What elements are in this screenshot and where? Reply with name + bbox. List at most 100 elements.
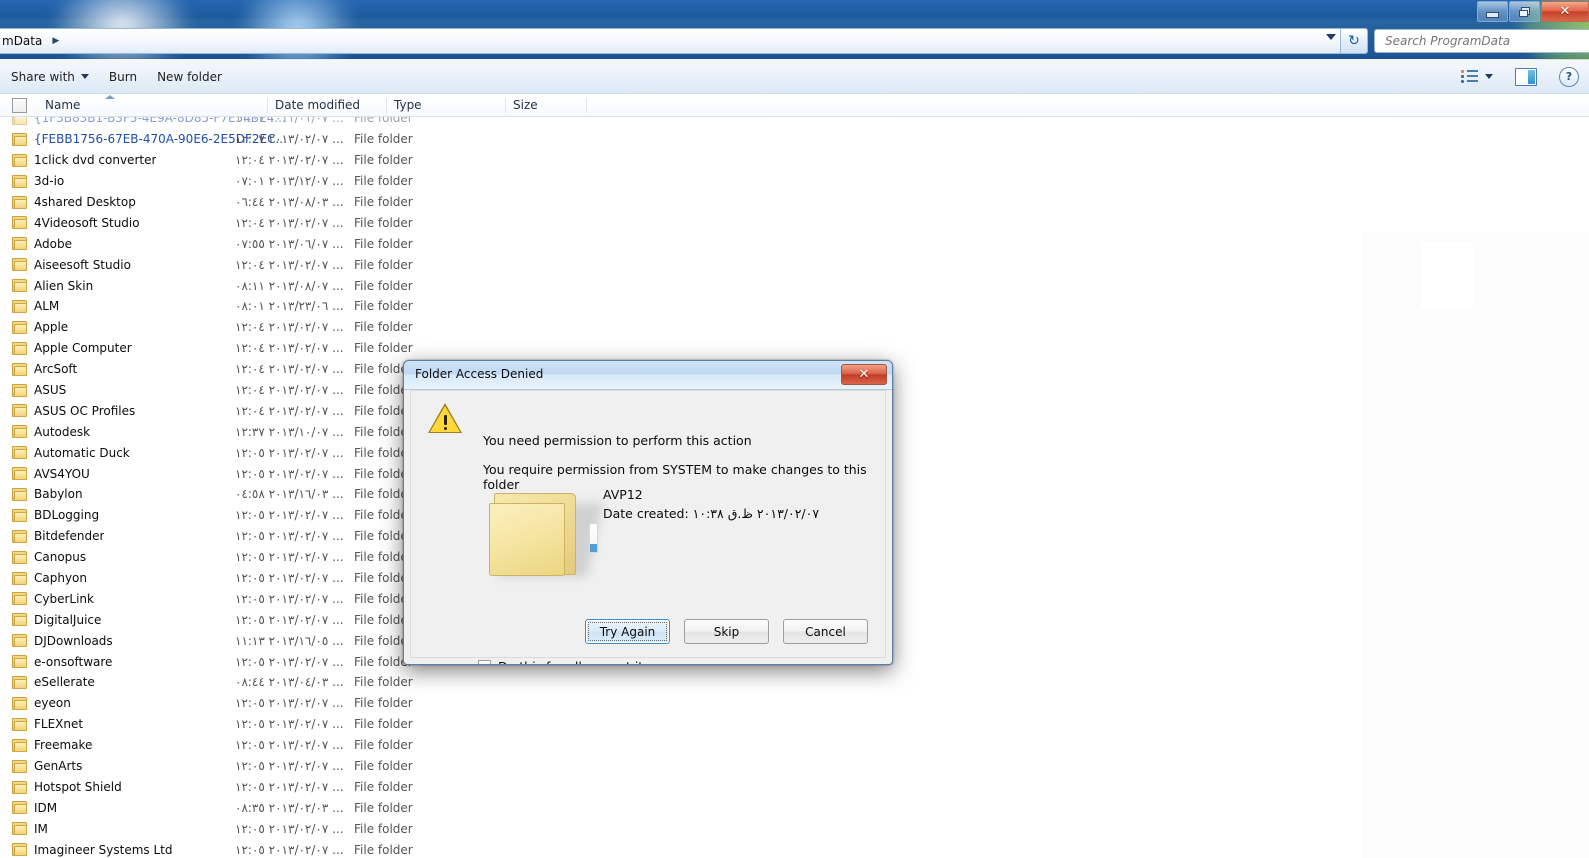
table-row[interactable]: eSellerate ٢٠١٣/٠٤/٠٣ ٠٨:٤٤ ... File folde… <box>0 672 1589 693</box>
folder-access-denied-dialog: Folder Access Denied ✕ You need permissi… <box>403 360 893 665</box>
date-modified-cell: ٢٠١٣/٠٢/٠٧ ١٢:٠٥ ... <box>235 654 344 669</box>
chevron-down-icon[interactable] <box>1326 34 1336 40</box>
file-name-cell: 4shared Desktop <box>34 195 136 209</box>
restore-button[interactable] <box>1509 1 1540 22</box>
table-row[interactable]: Apple Computer ٢٠١٣/٠٢/٠٧ ١٢:٠٤ ... File f… <box>0 338 1589 359</box>
table-row[interactable]: Alien Skin ٢٠١٣/٠٨/٠٧ ٠٨:١١ ... File folde… <box>0 275 1589 296</box>
table-row[interactable]: {FEBB1756-67EB-470A-90E6-2E5DF2EC... ٢٠١٣… <box>0 129 1589 150</box>
file-name-cell: Canopus <box>34 550 87 565</box>
folder-icon <box>12 132 27 146</box>
type-cell: File folder <box>354 759 413 774</box>
burn-button[interactable]: Burn <box>99 66 147 88</box>
close-button[interactable]: ✕ <box>1541 1 1589 22</box>
table-row[interactable]: eyeon ٢٠١٣/٠٢/٠٧ ١٢:٠٥ ... File folder <box>0 693 1589 714</box>
folder-icon <box>12 174 27 188</box>
table-row[interactable]: Aiseesoft Studio ٢٠١٣/٠٢/٠٧ ١٢:٠٤ ... File… <box>0 254 1589 275</box>
table-row[interactable]: Hotspot Shield ٢٠١٣/٠٢/٠٧ ١٢:٠٥ ... File f… <box>0 777 1589 798</box>
table-row[interactable]: GenArts ٢٠١٣/٠٢/٠٧ ١٢:٠٥ ... File folder <box>0 756 1589 777</box>
file-name-cell: e-onsoftware <box>34 654 113 669</box>
date-modified-cell: ٢٠١٣/٠٢/٠٧ ١٢:٠٤ ... <box>235 320 344 335</box>
table-row[interactable]: 4shared Desktop ٢٠١٣/٠٨/٠٣ ٠٦:٤٤ ... File … <box>0 192 1589 213</box>
minimize-button[interactable] <box>1477 1 1508 22</box>
file-name-cell: Apple <box>34 320 69 335</box>
folder-icon <box>12 696 27 710</box>
table-row[interactable]: ALM ٢٠١٣/٢٣/٠٦ ٠٨:٠١ ... File folder <box>0 296 1589 317</box>
column-divider[interactable] <box>586 98 587 113</box>
date-modified-cell: ٢٠١٣/٠٨/٠٣ ٠٦:٤٤ ... <box>235 195 344 209</box>
folder-icon <box>12 508 27 522</box>
date-modified-cell: ٢٠١٣/١٦/٠٣ ٠٤:٥٨ ... <box>235 487 344 502</box>
table-row[interactable]: Freemake ٢٠١٣/٠٢/٠٧ ١٢:٠٥ ... File folder <box>0 735 1589 756</box>
skip-button[interactable]: Skip <box>684 619 769 644</box>
date-modified-cell: ٢٠١٣/٠٢/٠٧ ١٢:٠٥ ... <box>235 717 344 732</box>
file-name-cell: 3d-io <box>34 174 65 189</box>
date-modified-cell: ٢٠١٣/٠٢/٠٧ ١٢:٠٥ ... <box>235 821 344 836</box>
type-cell: File folder <box>354 174 413 189</box>
table-row[interactable]: IM ٢٠١٣/٠٢/٠٧ ١٢:٠٥ ... File folder <box>0 818 1589 839</box>
date-modified-cell: ٢٠١٣/٠٢/٠٧ ١٢:٠٤ ... <box>235 215 344 230</box>
dialog-titlebar[interactable]: Folder Access Denied ✕ <box>404 361 892 390</box>
try-again-label: Try Again <box>599 624 656 639</box>
column-divider[interactable] <box>505 98 506 113</box>
table-row[interactable]: 1click dvd converter ٢٠١٣/٠٢/٠٧ ١٢:٠٤ ...… <box>0 150 1589 171</box>
select-all-checkbox[interactable] <box>12 98 27 113</box>
date-modified-cell: ٢٠١٣/٠٢/٠٧ ١٢:٠٥ ... <box>235 550 344 565</box>
try-again-button[interactable]: Try Again <box>585 619 670 644</box>
preview-thumbnail-placeholder <box>1421 242 1473 308</box>
folder-icon <box>12 738 27 752</box>
folder-icon <box>12 759 27 773</box>
table-row[interactable]: {1F3B83B1-B3F5-4E9A-8D85-F7E54BE4... ١٠١١… <box>0 117 1589 129</box>
table-row[interactable]: FLEXnet ٢٠١٣/٠٢/٠٧ ١٢:٠٥ ... File folder <box>0 714 1589 735</box>
folder-icon <box>12 550 27 564</box>
file-name-cell: IM <box>34 821 48 836</box>
breadcrumb-segment[interactable]: mData <box>2 34 42 48</box>
date-modified-cell: ٢٠١٣/٠٢/٠٧ ١٢:٠٥ ... <box>235 466 344 481</box>
command-toolbar: Share with Burn New folder ? <box>0 60 1589 94</box>
change-view-button[interactable] <box>1450 65 1503 88</box>
do-this-for-all-checkbox[interactable] <box>478 660 491 664</box>
column-divider[interactable] <box>386 98 387 113</box>
burn-label: Burn <box>108 69 138 84</box>
column-header-size[interactable]: Size <box>513 98 538 112</box>
file-name-cell: CyberLink <box>34 591 94 606</box>
table-row[interactable]: Apple ٢٠١٣/٠٢/٠٧ ١٢:٠٤ ... File folder <box>0 317 1589 338</box>
column-header-date-modified[interactable]: Date modified <box>275 98 360 112</box>
new-folder-button[interactable]: New folder <box>147 66 232 88</box>
table-row[interactable]: 3d-io ٢٠١٣/١٢/٠٧ ٠٧:٠١ ... File folder <box>0 171 1589 192</box>
preview-pane-button[interactable] <box>1505 64 1547 90</box>
file-name-cell: AVS4YOU <box>34 466 90 481</box>
file-name-cell: IDM <box>34 800 58 815</box>
table-row[interactable]: Adobe ٢٠١٣/٠٦/٠٧ ٠٧:٥٥ ... File folder <box>0 233 1589 254</box>
file-name-cell: 4Videosoft Studio <box>34 215 140 230</box>
column-header-type[interactable]: Type <box>394 98 422 112</box>
dialog-heading: You need permission to perform this acti… <box>483 433 752 448</box>
cancel-button[interactable]: Cancel <box>783 619 868 644</box>
date-modified-cell: ٢٠١٣/٠٢/٠٧ ١٢:٠٧ ... <box>235 132 344 147</box>
date-modified-cell: ٢٠١٣/٠٢/٠٧ ١٢:٠٥ ... <box>235 842 344 857</box>
column-divider[interactable] <box>267 98 268 113</box>
type-cell: File folder <box>354 299 413 314</box>
share-with-button[interactable]: Share with <box>1 66 99 88</box>
close-icon: ✕ <box>1559 4 1571 19</box>
do-this-for-all-row[interactable]: Do this for all current items <box>478 659 670 664</box>
search-box[interactable] <box>1374 29 1589 53</box>
type-cell: File folder <box>354 195 413 209</box>
column-header-name[interactable]: Name <box>45 98 80 112</box>
dialog-close-button[interactable]: ✕ <box>841 364 887 385</box>
type-cell: File folder <box>354 842 413 857</box>
file-name-cell: GenArts <box>34 759 83 774</box>
folder-icon <box>12 216 27 230</box>
breadcrumb[interactable]: mData ▶ <box>0 28 1341 54</box>
file-name-cell: DigitalJuice <box>34 612 102 627</box>
screen: ✕ mData ▶ ↻ Share with B <box>0 0 1589 858</box>
table-row[interactable]: IDM ٢٠١٣/٠٢/٠٣ ٠٨:٣٥ ... File folder <box>0 797 1589 818</box>
skip-label: Skip <box>713 624 740 639</box>
folder-icon <box>12 279 27 293</box>
help-button[interactable]: ? <box>1549 63 1589 91</box>
table-row[interactable]: Imagineer Systems Ltd ٢٠١٣/٠٢/٠٧ ١٢:٠٥ ..… <box>0 839 1589 858</box>
search-input[interactable] <box>1383 33 1589 49</box>
file-name-cell: Caphyon <box>34 571 88 586</box>
table-row[interactable]: 4Videosoft Studio ٢٠١٣/٠٢/٠٧ ١٢:٠٤ ... Fil… <box>0 212 1589 233</box>
refresh-button[interactable]: ↻ <box>1341 28 1368 54</box>
file-name-cell: Alien Skin <box>34 278 94 293</box>
